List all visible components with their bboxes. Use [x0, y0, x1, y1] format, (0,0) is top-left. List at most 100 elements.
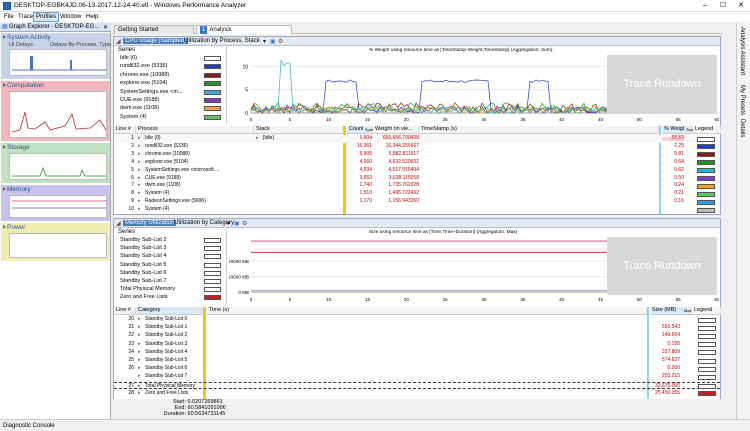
table-row[interactable]: 8 ▸ System (4) 1,510 1,495.722492 0.21 — [114, 190, 720, 198]
table-graph-icon[interactable]: ▣ — [270, 38, 276, 45]
table-row[interactable]: 2 ▸ rundll32.exe (5336) 16,361 16,344.355667… — [114, 143, 720, 151]
expand-arrow-icon[interactable]: ▸ — [138, 332, 141, 340]
storage-thumbnail[interactable] — [9, 153, 107, 180]
col-weight[interactable]: Weight (in vie... — [373, 126, 419, 134]
chevron-down-icon[interactable]: ▾ — [227, 220, 230, 227]
collapse-arrow-icon[interactable] — [3, 35, 6, 39]
series-item[interactable]: rundll32.exe (5336) — [120, 63, 167, 69]
menu-profiles[interactable]: Profiles — [33, 12, 60, 22]
close-button[interactable]: ✕ — [732, 0, 750, 12]
section-storage[interactable]: Storage — [1, 143, 110, 183]
expand-arrow-icon[interactable]: ▸ — [138, 190, 141, 198]
expand-arrow-icon[interactable]: ▸ — [138, 198, 141, 206]
ui-delays-thumbnail[interactable] — [9, 49, 107, 76]
col-category[interactable]: Category — [136, 307, 204, 315]
cpu-preset-select[interactable]: Utilization by Process, Stack — [184, 38, 260, 44]
col-stack[interactable]: Stack — [254, 126, 344, 134]
table-row[interactable]: ▸ Standby Sub-List 7 203.215 — [114, 373, 720, 381]
table-row[interactable]: 5 ▸ SystemSettings.exe <microsoft.... 4,534… — [114, 167, 720, 175]
table-row[interactable]: 4 ▸ explorer.exe (5104) 4,660 4,632.520652 0.… — [114, 159, 720, 167]
expand-arrow-icon[interactable]: ▸ — [138, 316, 141, 324]
expand-arrow-icon[interactable]: ▸ — [138, 373, 141, 381]
series-item[interactable]: Standby Sub-List 7 — [120, 278, 166, 284]
expand-arrow-icon[interactable]: ▸ — [138, 206, 141, 214]
mem-chart[interactable]: Size using resource time as [Time,Time+D… — [229, 229, 719, 304]
collapse-arrow-icon[interactable] — [3, 145, 6, 149]
computation-thumbnail[interactable] — [9, 91, 107, 138]
expand-arrow-icon[interactable]: ▸ — [138, 143, 141, 151]
collapse-arrow-icon[interactable] — [3, 187, 6, 191]
series-item[interactable]: Standby Sub-List 3 — [120, 245, 166, 251]
collapse-arrow-icon[interactable] — [3, 83, 6, 87]
expand-arrow-icon[interactable]: ▸ — [138, 175, 141, 183]
expand-arrow-icon[interactable]: ▸ — [138, 365, 141, 373]
series-item[interactable]: Standby Sub-List 6 — [120, 270, 166, 276]
table-row[interactable]: 1 ▸ Idle (0) ▸ [Idle] 1,604 665,656.700438 58.8… — [114, 135, 720, 143]
details-tab[interactable]: Details — [739, 119, 745, 137]
cpu-panel-title[interactable]: CPU Usage (Sampled) — [123, 38, 189, 44]
series-item[interactable]: Standby Sub-List 5 — [120, 262, 166, 268]
series-item[interactable]: Total Physical Memory — [120, 286, 175, 292]
section-memory[interactable]: Memory — [1, 185, 110, 221]
expand-arrow-icon[interactable]: ▸ — [138, 357, 141, 365]
series-item[interactable]: System (4) — [120, 114, 147, 120]
mem-panel-title[interactable]: Memory Utilization — [123, 220, 177, 226]
menu-window[interactable]: Window — [58, 13, 83, 21]
col-time[interactable]: Time (s) — [207, 307, 647, 315]
settings-gear-icon[interactable]: ⚙ — [242, 220, 247, 227]
table-row[interactable]: 7 ▸ dwm.exe (1108) 1,740 1,735.762328 0.24 — [114, 182, 720, 190]
expand-arrow-icon[interactable]: ▸ — [138, 349, 141, 357]
table-row[interactable]: 22 ▸ Standby Sub-List 2 149.664 — [114, 332, 720, 340]
col-timestamp[interactable]: TimeStamp (s) — [419, 126, 659, 134]
table-row[interactable]: 26 ▸ Standby Sub-List 6 0.000 — [114, 365, 720, 373]
table-row[interactable]: 3 ▸ chrome.exe (10088) 5,905 5,882.811517 0.8… — [114, 151, 720, 159]
maximize-button[interactable]: ☐ — [714, 0, 732, 12]
settings-gear-icon[interactable]: ⚙ — [278, 38, 283, 45]
table-row[interactable]: 27 ▸ Total Physical Memory 32,676.000 — [114, 381, 720, 390]
col-size[interactable]: Size (MB) — [650, 307, 682, 315]
expand-arrow-icon[interactable]: ▸ — [138, 167, 141, 175]
table-row[interactable]: 23 ▸ Standby Sub-List 3 0.195 — [114, 341, 720, 349]
series-item[interactable]: dwm.exe (1108) — [120, 105, 159, 111]
table-row[interactable]: 6 ▸ CUE.exe (9188) 3,653 3,638.115058 0.50 — [114, 175, 720, 183]
tab-getting-started[interactable]: Getting Started — [114, 25, 194, 34]
series-item[interactable]: Zero and Free Lists — [120, 294, 168, 300]
series-item[interactable]: chrome.exe (10088) — [120, 72, 169, 78]
series-item[interactable]: Standby Sub-List 2 — [120, 237, 166, 243]
expand-arrow-icon[interactable]: ▸ — [138, 151, 141, 159]
expand-arrow-icon[interactable]: ▸ — [138, 159, 141, 167]
col-legend[interactable]: Legend — [692, 307, 721, 315]
expand-arrow-icon[interactable]: ▸ — [138, 135, 141, 143]
table-row[interactable]: 10 ▸ System (4) — [114, 206, 720, 214]
expand-arrow-icon[interactable]: ▸ — [138, 390, 141, 398]
collapse-icon[interactable]: ◢ — [116, 38, 121, 45]
close-icon[interactable]: ✕ — [103, 24, 108, 31]
analysis-assistant-tab[interactable]: Analysis Assistant — [739, 27, 745, 75]
collapse-icon[interactable]: ◢ — [116, 220, 121, 227]
series-item[interactable]: SystemSettings.exe <m... — [120, 89, 183, 95]
series-item[interactable]: Standby Sub-List 4 — [120, 253, 166, 259]
table-row[interactable]: 24 ▸ Standby Sub-List 4 337.809 — [114, 349, 720, 357]
col-process[interactable]: Process — [136, 126, 254, 134]
table-row[interactable]: 21 ▸ Standby Sub-List 1 550.543 — [114, 324, 720, 332]
expand-arrow-icon[interactable]: ▸ — [138, 341, 141, 349]
section-system-activity[interactable]: System Activity UI Delays Delays By Proc… — [1, 33, 111, 79]
my-presets-tab[interactable]: My Presets — [739, 85, 745, 115]
menu-help[interactable]: Help — [84, 13, 100, 21]
table-row[interactable]: 9 ▸ RadeonSettings.exe (5696) 1,170 1,156.94… — [114, 198, 720, 206]
table-graph-icon[interactable]: ▣ — [234, 220, 240, 227]
col-line[interactable]: Line # — [114, 307, 136, 315]
tab-analysis[interactable]: 1 Analysis — [196, 25, 292, 34]
col-legend[interactable]: Legend — [693, 126, 721, 134]
table-row[interactable]: 25 ▸ Standby Sub-List 5 574.637 — [114, 357, 720, 365]
expand-arrow-icon[interactable]: ▸ — [138, 182, 141, 190]
expand-arrow-icon[interactable]: ▸ — [138, 324, 141, 332]
table-row[interactable]: 20 ▸ Standby Sub-List 0 — [114, 316, 720, 324]
table-row[interactable]: 28 ▸ Zero and Free Lists 25,450.055 — [114, 390, 720, 398]
chevron-down-icon[interactable]: ▾ — [263, 38, 266, 45]
col-line[interactable]: Line # — [114, 126, 136, 134]
minimize-button[interactable]: – — [696, 0, 714, 12]
mem-preset-select[interactable]: Utilization by Category — [174, 220, 234, 226]
series-item[interactable]: explorer.exe (5104) — [120, 80, 167, 86]
menu-file[interactable]: File — [2, 13, 16, 21]
